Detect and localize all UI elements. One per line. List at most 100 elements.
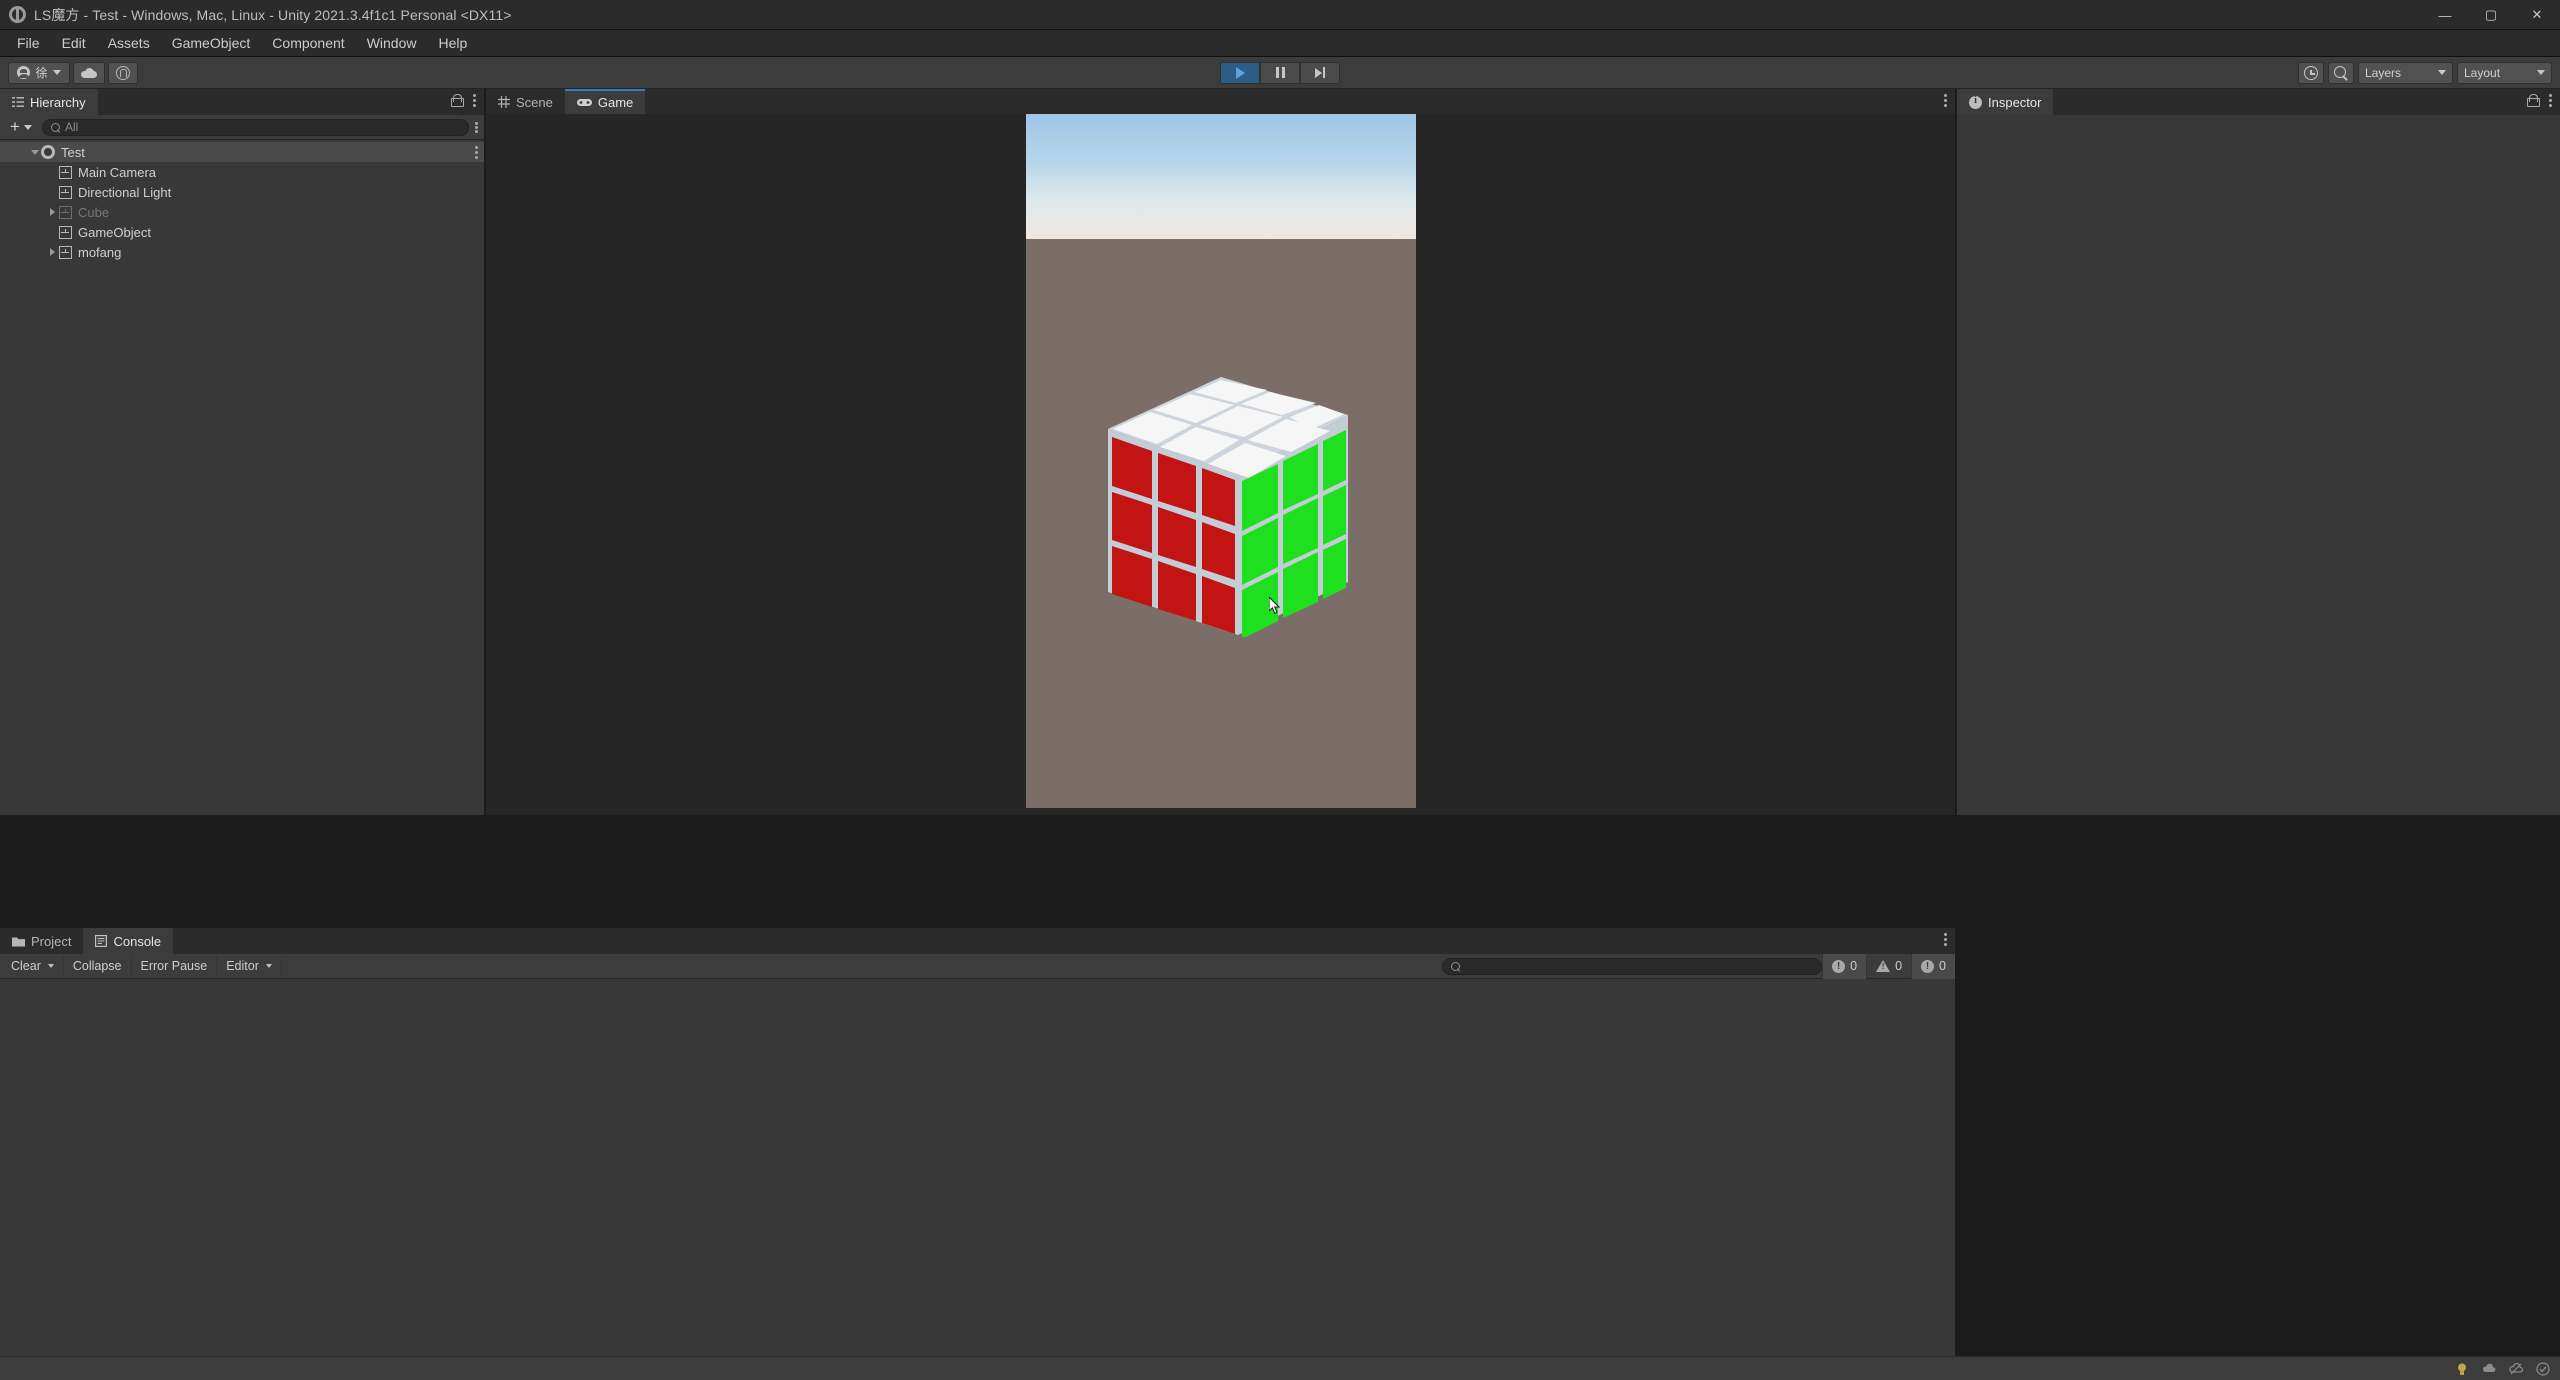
- console-toolbar: Clear Collapse Error Pause Editor 0: [0, 953, 1955, 979]
- play-button[interactable]: [1220, 61, 1260, 84]
- menu-help[interactable]: Help: [427, 31, 478, 55]
- close-button[interactable]: ✕: [2514, 0, 2560, 30]
- inspector-content: [1957, 115, 2560, 815]
- chevron-down-icon: [2438, 70, 2446, 75]
- kebab-menu-icon[interactable]: [1944, 933, 1947, 946]
- error-counter[interactable]: 0: [1911, 953, 1955, 979]
- tab-project-label: Project: [31, 933, 72, 949]
- hierarchy-icon: [12, 97, 24, 107]
- kebab-menu-icon[interactable]: [475, 146, 478, 159]
- rubiks-cube[interactable]: [1086, 367, 1356, 637]
- cloud-status-icon[interactable]: [2482, 1362, 2496, 1376]
- bulb-icon[interactable]: [2455, 1362, 2469, 1376]
- collab-icon[interactable]: [2509, 1362, 2523, 1376]
- game-render-canvas[interactable]: [1025, 114, 1416, 808]
- menu-edit[interactable]: Edit: [51, 31, 97, 55]
- tab-scene[interactable]: Scene: [486, 89, 565, 115]
- chevron-down-icon: [2537, 70, 2545, 75]
- pause-icon: [1275, 67, 1285, 78]
- lock-icon[interactable]: [2527, 94, 2540, 107]
- maximize-button[interactable]: ▢: [2468, 0, 2514, 30]
- disclosure-triangle-icon[interactable]: [46, 208, 59, 216]
- tab-hierarchy[interactable]: Hierarchy: [0, 89, 98, 115]
- error-count: 0: [1939, 959, 1946, 973]
- minimize-button[interactable]: —: [2422, 0, 2468, 30]
- hierarchy-item-gameobject[interactable]: GameObject: [0, 222, 484, 242]
- hierarchy-item-test[interactable]: Test: [0, 142, 484, 162]
- tab-scene-label: Scene: [516, 94, 553, 110]
- lock-icon[interactable]: [451, 94, 464, 107]
- chevron-down-icon[interactable]: [47, 964, 54, 968]
- avatar-icon: [17, 66, 31, 79]
- console-panel: Project Console Clear Collapse Error Pau…: [0, 928, 1955, 1356]
- disclosure-triangle-icon[interactable]: [46, 248, 59, 256]
- menu-window[interactable]: Window: [356, 31, 428, 55]
- gameobject-icon: [59, 185, 72, 199]
- unity-logo-icon: [9, 6, 26, 23]
- error-pause-label: Error Pause: [140, 959, 208, 973]
- console-tabbar: Project Console: [0, 928, 1955, 954]
- hierarchy-item-mofang[interactable]: mofang: [0, 242, 484, 262]
- add-gameobject-button[interactable]: +: [6, 118, 36, 135]
- kebab-menu-icon[interactable]: [2549, 94, 2552, 107]
- console-icon: [95, 935, 108, 947]
- editor-dropdown[interactable]: Editor: [217, 956, 282, 976]
- inspector-tab-tools: [2527, 94, 2552, 107]
- playback-controls: [1220, 61, 1340, 84]
- disclosure-triangle-icon[interactable]: [28, 149, 41, 155]
- hierarchy-item-main-camera[interactable]: Main Camera: [0, 162, 484, 182]
- tab-game-label: Game: [597, 94, 634, 110]
- hierarchy-item-label: Directional Light: [78, 184, 172, 200]
- hierarchy-list: Test Main Camera Directional Light Cube …: [0, 140, 484, 262]
- global-search-button[interactable]: [2328, 61, 2354, 84]
- hierarchy-item-cube[interactable]: Cube: [0, 202, 484, 222]
- console-search-input[interactable]: [1442, 957, 1823, 975]
- clear-button[interactable]: Clear: [2, 956, 64, 976]
- hierarchy-search-input[interactable]: All: [41, 118, 469, 136]
- console-tab-tools: [1944, 933, 1947, 946]
- hierarchy-filter-icon[interactable]: [475, 121, 478, 133]
- search-icon: [50, 122, 60, 132]
- account-button[interactable]: 徐: [8, 61, 70, 84]
- pause-button[interactable]: [1260, 61, 1300, 84]
- clear-label: Clear: [11, 959, 41, 973]
- layout-dropdown[interactable]: Layout: [2457, 61, 2552, 84]
- menu-file[interactable]: File: [6, 31, 51, 55]
- cloud-button[interactable]: [73, 61, 105, 84]
- unity-services-icon: [116, 65, 130, 80]
- rubiks-cube-render: [1107, 377, 1348, 637]
- warning-count: 0: [1895, 959, 1903, 973]
- step-button[interactable]: [1300, 61, 1340, 84]
- error-pause-toggle[interactable]: Error Pause: [132, 956, 218, 976]
- tab-project[interactable]: Project: [0, 928, 84, 954]
- menu-assets[interactable]: Assets: [97, 31, 161, 55]
- chevron-down-icon: [265, 964, 272, 968]
- editor-label: Editor: [226, 959, 259, 973]
- hierarchy-item-label: Test: [61, 144, 85, 160]
- log-counter[interactable]: 0: [1822, 953, 1867, 979]
- warning-counter[interactable]: 0: [1866, 953, 1911, 979]
- history-button[interactable]: [2298, 61, 2324, 84]
- inspector-panel: Inspector: [1957, 89, 2560, 815]
- tab-inspector[interactable]: Inspector: [1957, 89, 2054, 115]
- tab-console[interactable]: Console: [83, 928, 174, 954]
- hierarchy-tabbar: Hierarchy: [0, 89, 484, 115]
- search-icon: [2334, 65, 2348, 80]
- chevron-down-icon: [23, 124, 32, 130]
- menu-gameobject[interactable]: GameObject: [161, 31, 262, 55]
- log-icon: [1832, 959, 1846, 973]
- tab-game[interactable]: Game: [564, 89, 646, 115]
- check-icon[interactable]: [2536, 1361, 2550, 1376]
- hierarchy-item-directional-light[interactable]: Directional Light: [0, 182, 484, 202]
- kebab-menu-icon[interactable]: [1944, 94, 1947, 107]
- kebab-menu-icon[interactable]: [473, 94, 476, 107]
- hierarchy-toolbar: + All: [0, 115, 484, 140]
- game-panel: Scene Game Game Display 1: [486, 89, 1955, 815]
- collapse-toggle[interactable]: Collapse: [64, 956, 132, 976]
- console-log-list[interactable]: [0, 979, 1955, 1356]
- workspace: Hierarchy + All Test Main Camera Directi…: [0, 89, 2560, 1356]
- layers-dropdown[interactable]: Layers: [2358, 61, 2453, 84]
- game-view[interactable]: [486, 114, 1955, 815]
- menu-component[interactable]: Component: [261, 31, 355, 55]
- services-button[interactable]: [108, 61, 138, 84]
